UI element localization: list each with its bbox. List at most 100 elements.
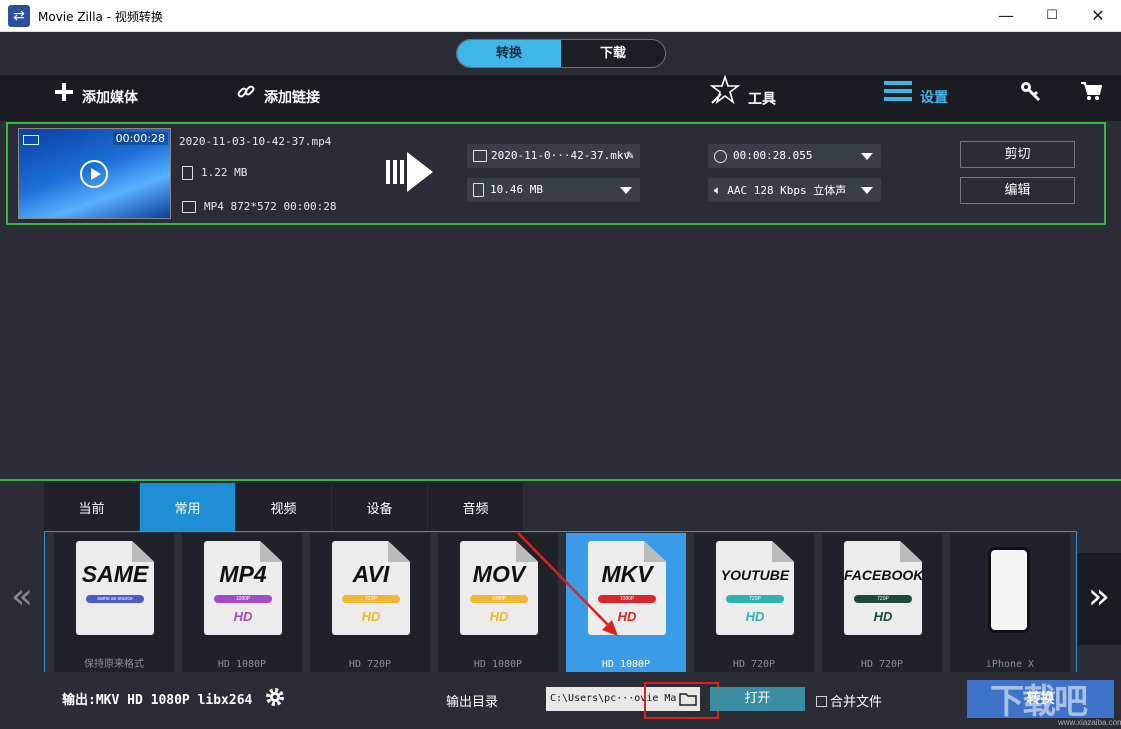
tab-common[interactable]: 常用 [140,483,236,531]
close-button[interactable]: ✕ [1075,0,1121,32]
key-icon [1019,75,1041,121]
watermark-url: www.xiazaiba.com [1058,718,1121,727]
key-button[interactable] [1019,75,1049,121]
scroll-right-icon[interactable]: » [1077,553,1121,645]
audio-dropdown[interactable]: 🔈︎AAC 128 Kbps 立体声 [708,178,881,202]
cart-button[interactable] [1080,75,1110,121]
format-title: FACEBOOK [844,567,922,583]
format-hd: HD [204,609,282,624]
play-icon[interactable] [80,160,108,188]
bottom-bar: 输出:MKV HD 1080P libx264 输出目录 C:\Users\pc… [0,672,1121,729]
format-card-avi[interactable]: AVI 720P HD HD 720P [310,533,430,672]
pencil-icon[interactable]: ✎ [626,144,634,168]
edit-button[interactable]: 编辑 [960,177,1075,204]
mode-switch: 转换 下载 [456,39,666,68]
film-icon [473,150,487,162]
format-pill: 1080P [470,595,528,603]
format-pill: same as source [86,595,144,603]
format-label: HD 1080P [182,659,302,670]
format-hd: HD [844,609,922,624]
output-filename: 2020-11-0···42-37.mkv [491,149,630,162]
format-pill: 720P [854,595,912,603]
format-card-youtube[interactable]: YOUTUBE 720P HD HD 720P [694,533,814,672]
hamburger-icon [884,75,912,121]
format-card-mkv[interactable]: MKV 1080P HD HD 1080P [566,533,686,672]
tools-button[interactable]: 工具 [710,75,776,121]
media-item[interactable]: 00:00:28 2020-11-03-10-42-37.mp4 1.22 MB… [6,122,1106,225]
format-pill: 720P [726,595,784,603]
add-media-label: 添加媒体 [82,90,138,106]
format-hd: HD [460,609,538,624]
tab-current[interactable]: 当前 [44,483,140,531]
format-card-mp4[interactable]: MP4 1080P HD HD 1080P [182,533,302,672]
app-logo-icon: ⇄ [8,5,30,27]
tab-download[interactable]: 下载 [561,40,665,67]
output-filename-field[interactable]: 2020-11-0···42-37.mkv ✎ [467,144,640,168]
tab-video[interactable]: 视频 [236,483,332,531]
plus-icon [54,75,74,121]
output-directory-label: 输出目录 [446,691,498,710]
format-label: 保持原来格式 [54,655,174,670]
add-link-label: 添加链接 [264,90,320,106]
format-list: SAME same as source 保持原来格式 MP4 1080P HD … [44,531,1077,673]
clock-icon [714,150,727,163]
add-media-button[interactable]: 添加媒体 [54,75,138,121]
format-label: iPhone X [950,659,1070,670]
audio-info: AAC 128 Kbps 立体声 [727,184,846,197]
format-label: HD 720P [310,659,430,670]
tools-label: 工具 [748,92,776,108]
settings-button[interactable]: 设置 [884,75,948,121]
tab-convert[interactable]: 转换 [457,40,561,67]
format-title: MOV [460,561,538,588]
tab-device[interactable]: 设备 [332,483,428,531]
format-card-mov[interactable]: MOV 1080P HD HD 1080P [438,533,558,672]
format-card-iphone[interactable]: iPhone X [950,533,1070,672]
cut-button[interactable]: 剪切 [960,141,1075,168]
maximize-button[interactable]: ☐ [1029,0,1075,32]
output-size: 10.46 MB [490,183,543,196]
format-title: YOUTUBE [716,567,794,583]
video-thumbnail[interactable]: 00:00:28 [18,128,171,219]
highlight-box [644,682,719,719]
thumbnail-duration: 00:00:28 [113,132,168,145]
duration-dropdown[interactable]: 00:00:28.055 [708,144,881,168]
output-size-dropdown[interactable]: 10.46 MB [467,178,640,202]
format-label: HD 720P [694,659,814,670]
output-format-label: 输出:MKV HD 1080P libx264 [62,689,252,708]
cart-icon [1080,75,1102,121]
title-bar: ⇄ Movie Zilla - 视频转换 — ☐ ✕ [0,0,1121,32]
format-pill: 1080P [214,595,272,603]
watermark: 下载吧 [990,674,1120,722]
convert-arrow-icon [386,152,434,196]
merge-files-checkbox[interactable]: 合并文件 [816,691,882,710]
format-title: SAME [76,561,154,588]
format-card-same[interactable]: SAME same as source 保持原来格式 [54,533,174,672]
format-label: HD 1080P [438,659,558,670]
gear-icon[interactable] [264,686,286,712]
format-card-facebook[interactable]: FACEBOOK 720P HD HD 720P [822,533,942,672]
chevron-down-icon [861,187,873,194]
output-duration: 00:00:28.055 [733,149,812,162]
format-title: AVI [332,561,410,588]
mode-bar: 转换 下载 [0,32,1121,75]
format-title: MKV [588,561,666,588]
phone-icon [988,547,1030,633]
format-pill: 720P [342,595,400,603]
film-icon [23,135,39,145]
source-meta-value: MP4 872*572 00:00:28 [204,200,336,213]
tab-audio[interactable]: 音频 [428,483,524,531]
main-toolbar: 添加媒体 添加链接 工具 设置 [0,75,1121,121]
open-button[interactable]: 打开 [710,687,805,711]
source-size: 1.22 MB [182,166,247,180]
merge-label: 合并文件 [830,695,882,710]
minimize-button[interactable]: — [983,0,1029,32]
add-link-button[interactable]: 添加链接 [236,75,320,121]
scroll-left-icon[interactable]: « [0,553,44,645]
format-title: MP4 [204,561,282,588]
file-icon [182,166,193,180]
settings-label: 设置 [920,90,948,106]
file-icon [473,183,484,197]
format-pill: 1080P [598,595,656,603]
source-meta: MP4 872*572 00:00:28 [182,200,336,213]
format-label: HD 1080P [566,659,686,670]
